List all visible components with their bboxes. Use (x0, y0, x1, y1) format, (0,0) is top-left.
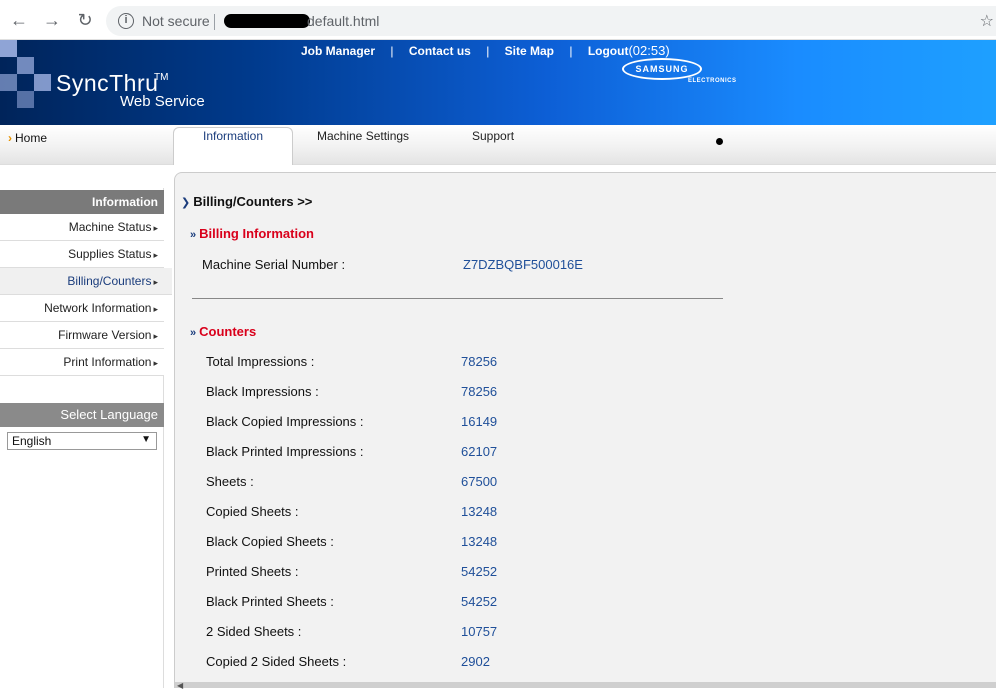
link-separator: | (390, 44, 394, 58)
brand-subtitle: Web Service (120, 93, 205, 110)
chevron-right-icon: ❯ (181, 197, 191, 209)
tab-machine-settings[interactable]: Machine Settings (317, 129, 409, 143)
not-secure-label: Not secure (142, 13, 210, 29)
sidebar-item-label: Billing/Counters (67, 274, 152, 288)
select-language-heading: Select Language (0, 403, 164, 427)
logout-link[interactable]: Logout (588, 44, 629, 58)
sidebar-heading: Information (0, 190, 164, 214)
sidebar-item-label: Machine Status (68, 220, 152, 234)
counter-value: 16149 (461, 414, 498, 429)
trademark: TM (154, 72, 169, 83)
electronics-label: ELECTRONICS (688, 78, 737, 84)
chevron-right-icon: » (190, 229, 197, 241)
chevron-right-icon: » (190, 327, 197, 339)
language-value: English (12, 434, 52, 448)
counter-label: Total Impressions : (206, 354, 315, 369)
main-nav: › Home Information Machine Settings Suppo… (0, 125, 996, 165)
sidebar-item-label: Supplies Status (68, 247, 152, 261)
chevron-right-icon: ▸ (153, 223, 158, 233)
section-title: Billing Information (199, 226, 314, 241)
arrow-right-icon[interactable]: → (42, 10, 62, 30)
chevron-right-icon: ▸ (153, 277, 158, 287)
tab-information[interactable]: Information (173, 127, 293, 165)
logo-square (0, 74, 17, 91)
tab-support[interactable]: Support (472, 129, 514, 143)
section-title: Counters (199, 324, 257, 339)
url-text[interactable]: default.html (307, 13, 379, 29)
sidebar-item-machine-status[interactable]: Machine Status ▸ (0, 214, 164, 241)
session-timer: (02:53) (628, 43, 670, 58)
cursor-dot (716, 138, 723, 145)
caret-down-icon: ▼ (141, 434, 151, 445)
star-icon[interactable]: ☆ (980, 11, 994, 31)
header-banner: SyncThru TM Web Service Job Manager | Co… (0, 40, 996, 125)
counter-value: 54252 (461, 594, 498, 609)
sidebar-item-label: Firmware Version (58, 328, 152, 342)
logo-square (17, 57, 34, 74)
counter-label: Sheets : (206, 474, 254, 489)
counter-label: Black Impressions : (206, 384, 319, 399)
link-separator: | (569, 44, 573, 58)
counter-value: 54252 (461, 564, 498, 579)
omnibox-divider (214, 14, 215, 30)
redacted-host (224, 14, 310, 28)
serial-number-value: Z7DZBQBF500016E (463, 257, 583, 272)
home-label: Home (15, 131, 48, 145)
counter-value: 13248 (461, 504, 498, 519)
reload-icon[interactable]: ↻ (75, 10, 95, 30)
horizontal-scrollbar[interactable]: ◀ (175, 681, 996, 690)
site-map-link[interactable]: Site Map (505, 44, 554, 58)
chevron-right-icon: ▸ (153, 250, 158, 260)
section-divider (192, 298, 723, 299)
counter-label: Black Copied Impressions : (206, 414, 364, 429)
counter-value: 78256 (461, 384, 498, 399)
counter-value: 2902 (461, 654, 490, 669)
language-select[interactable]: English ▼ (7, 432, 157, 450)
counter-label: Black Printed Sheets : (206, 594, 334, 609)
counter-label: Black Copied Sheets : (206, 534, 334, 549)
sidebar-item-label: Print Information (63, 355, 152, 369)
arrow-left-icon[interactable]: ← (9, 10, 29, 30)
chevron-right-icon: ▸ (153, 304, 158, 314)
breadcrumb: ❯ Billing/Counters >> (181, 194, 312, 209)
billing-information-heading: » Billing Information (190, 226, 314, 241)
sidebar: Information Machine Status ▸ Supplies Sta… (0, 190, 172, 376)
job-manager-link[interactable]: Job Manager (301, 44, 375, 58)
info-icon[interactable]: i (118, 13, 134, 29)
counter-label: 2 Sided Sheets : (206, 624, 302, 639)
top-links: Job Manager | Contact us | Site Map | Lo… (301, 43, 670, 58)
chevron-right-icon: ▸ (153, 358, 158, 368)
chevron-right-icon: › (8, 131, 12, 145)
logo-square (17, 91, 34, 108)
counter-value: 62107 (461, 444, 498, 459)
sidebar-item-supplies-status[interactable]: Supplies Status ▸ (0, 241, 164, 268)
counter-value: 67500 (461, 474, 498, 489)
counters-heading: » Counters (190, 324, 256, 339)
browser-toolbar: ← → ↻ i Not secure default.html ☆ (0, 0, 996, 40)
counter-value: 78256 (461, 354, 498, 369)
logo-square (0, 40, 17, 57)
counter-value: 10757 (461, 624, 498, 639)
sidebar-item-firmware-version[interactable]: Firmware Version ▸ (0, 322, 164, 349)
sidebar-item-billing-counters[interactable]: Billing/Counters ▸ (0, 268, 172, 295)
scroll-left-icon[interactable]: ◀ (177, 681, 183, 690)
counter-label: Printed Sheets : (206, 564, 299, 579)
samsung-logo: SAMSUNG (622, 58, 702, 80)
serial-number-label: Machine Serial Number : (202, 257, 346, 272)
sidebar-item-print-information[interactable]: Print Information ▸ (0, 349, 164, 376)
home-link[interactable]: › Home (8, 131, 47, 145)
sidebar-item-network-information[interactable]: Network Information ▸ (0, 295, 164, 322)
counter-label: Copied 2 Sided Sheets : (206, 654, 347, 669)
counter-label: Black Printed Impressions : (206, 444, 364, 459)
contact-us-link[interactable]: Contact us (409, 44, 471, 58)
link-separator: | (486, 44, 490, 58)
breadcrumb-label: Billing/Counters >> (193, 194, 313, 209)
logo-square (34, 74, 51, 91)
address-bar[interactable]: i Not secure default.html ☆ (106, 6, 996, 36)
sidebar-item-label: Network Information (44, 301, 152, 315)
counter-label: Copied Sheets : (206, 504, 299, 519)
chevron-right-icon: ▸ (153, 331, 158, 341)
content-panel: ❯ Billing/Counters >> » Billing Informatio… (174, 172, 996, 690)
counter-value: 13248 (461, 534, 498, 549)
